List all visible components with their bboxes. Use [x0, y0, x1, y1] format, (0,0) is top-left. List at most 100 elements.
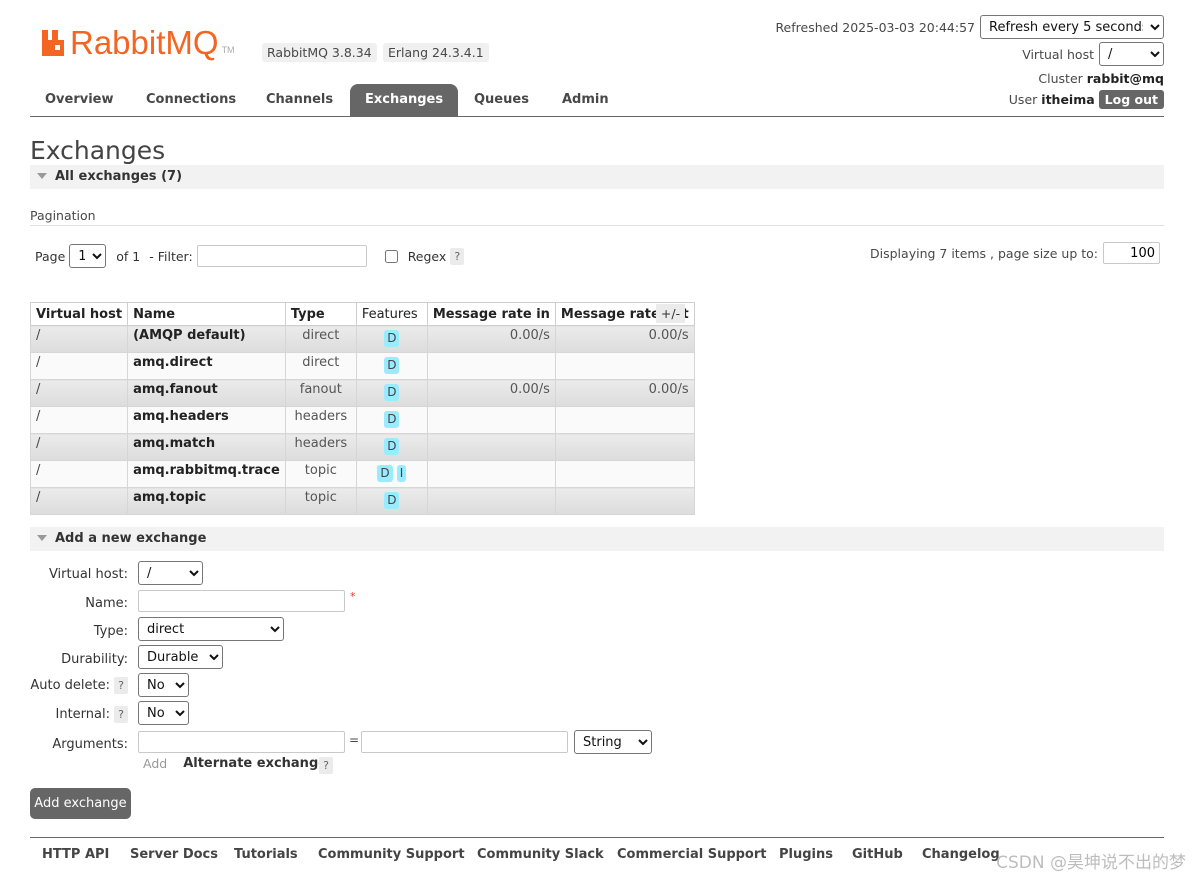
exchange-name-link[interactable]: amq.fanout [127, 379, 286, 407]
footer-link-tutorials[interactable]: Tutorials [234, 847, 298, 862]
vhost-field-select[interactable]: / [138, 561, 203, 585]
exchange-name-link[interactable]: amq.topic [127, 487, 286, 515]
csdn-watermark: CSDN @昊坤说不出的梦 [996, 853, 1186, 873]
footer-link-http-api[interactable]: HTTP API [42, 847, 109, 862]
cell-type: headers [284, 433, 357, 461]
durable-badge: D [377, 465, 393, 482]
collapse-triangle-icon [37, 173, 47, 179]
exchange-type-select[interactable]: direct [138, 617, 284, 641]
durability-select[interactable]: Durable [138, 645, 223, 669]
vhost-field-label: Virtual host: [48, 567, 128, 582]
add-exchange-button[interactable]: Add exchange [30, 788, 131, 819]
cell-features: D [355, 487, 428, 515]
auto-delete-select[interactable]: No [138, 673, 189, 697]
internal-select[interactable]: No [138, 701, 189, 725]
col-name[interactable]: Name [127, 302, 286, 326]
tab-admin[interactable]: Admin [547, 84, 624, 116]
refresh-interval-select[interactable]: Refresh every 5 seconds [980, 15, 1164, 39]
cell-rate-in [426, 406, 556, 434]
cell-features: D [355, 325, 428, 353]
cell-rate-in [426, 487, 556, 515]
col-message-rate-in[interactable]: Message rate in [426, 302, 556, 326]
table-row[interactable]: / amq.rabbitmq.trace topic D I [29, 460, 695, 488]
cell-type: topic [284, 460, 357, 488]
argument-key-input[interactable] [138, 731, 345, 753]
internal-help-icon[interactable]: ? [114, 706, 128, 723]
auto-delete-help-icon[interactable]: ? [114, 677, 128, 694]
table-row[interactable]: / (AMQP default) direct D 0.00/s 0.00/s [29, 325, 695, 353]
virtual-host-select[interactable]: / [1099, 42, 1164, 66]
tab-connections[interactable]: Connections [131, 84, 251, 116]
rabbit-logo-icon [42, 30, 64, 56]
exchange-name-input[interactable] [138, 590, 345, 612]
cell-rate-in: 0.00/s [426, 325, 556, 353]
cell-type: topic [284, 487, 357, 515]
tab-exchanges[interactable]: Exchanges [350, 84, 459, 116]
name-field-label: Name: [85, 596, 128, 611]
argument-value-input[interactable] [361, 731, 568, 753]
required-mark: * [350, 590, 356, 603]
collapse-triangle-icon [37, 535, 47, 541]
cell-type: direct [284, 352, 357, 380]
pagination-label: Pagination [30, 208, 96, 223]
cell-features: D [355, 433, 428, 461]
table-row[interactable]: / amq.fanout fanout D 0.00/s 0.00/s [29, 379, 695, 407]
footer-link-plugins[interactable]: Plugins [779, 847, 833, 862]
filter-input[interactable] [196, 245, 367, 267]
tab-channels[interactable]: Channels [251, 84, 348, 116]
cell-rate-out [554, 406, 695, 434]
cell-features: D I [355, 460, 428, 488]
exchange-name-link[interactable]: amq.rabbitmq.trace [127, 460, 286, 488]
footer-link-changelog[interactable]: Changelog [922, 847, 1000, 862]
cell-rate-out [554, 352, 695, 380]
regex-checkbox[interactable] [384, 249, 398, 263]
argument-type-select[interactable]: String [574, 730, 652, 754]
exchange-name-link[interactable]: (AMQP default) [127, 325, 286, 353]
footer-link-server-docs[interactable]: Server Docs [130, 847, 218, 862]
cell-features: D [355, 379, 428, 407]
footer-link-community-support[interactable]: Community Support [318, 847, 465, 862]
tab-overview[interactable]: Overview [30, 84, 129, 116]
table-row[interactable]: / amq.match headers D [29, 433, 695, 461]
durable-badge: D [384, 330, 400, 347]
alternate-exchange-link[interactable]: Alternate exchange [183, 756, 327, 771]
durable-badge: D [384, 384, 400, 401]
arguments-field-label: Arguments: [52, 737, 128, 752]
column-toggle-button[interactable]: +/- [656, 304, 685, 323]
exchange-name-link[interactable]: amq.direct [127, 352, 286, 380]
durable-badge: D [384, 357, 400, 374]
type-field-label: Type: [93, 624, 128, 639]
internal-field-label: Internal: [55, 707, 110, 722]
col-virtual-host[interactable]: Virtual host [29, 302, 129, 326]
cell-vhost: / [29, 325, 129, 353]
table-row[interactable]: / amq.headers headers D [29, 406, 695, 434]
page-size-input[interactable] [1103, 242, 1160, 264]
table-row[interactable]: / amq.topic topic D [29, 487, 695, 515]
footer-link-github[interactable]: GitHub [852, 847, 903, 862]
alternate-exchange-help-icon[interactable]: ? [319, 757, 333, 774]
cell-vhost: / [29, 487, 129, 515]
rabbitmq-version-badge: RabbitMQ 3.8.34 [262, 43, 377, 62]
cell-rate-out [554, 460, 695, 488]
durable-badge: D [384, 411, 400, 428]
footer-link-community-slack[interactable]: Community Slack [477, 847, 604, 862]
exchanges-table: Virtual host Name Type Features Message … [29, 302, 695, 515]
exchange-name-link[interactable]: amq.match [127, 433, 286, 461]
cell-type: headers [284, 406, 357, 434]
all-exchanges-toggle[interactable]: All exchanges (7) [30, 165, 1164, 189]
logo-text: RabbitMQ [70, 24, 219, 61]
pagination-divider [30, 225, 1164, 226]
add-exchange-toggle[interactable]: Add a new exchange [30, 527, 1164, 551]
footer-link-commercial-support[interactable]: Commercial Support [617, 847, 767, 862]
page-count: of 1 [116, 248, 141, 264]
page-select[interactable]: 1 [69, 244, 107, 268]
cell-vhost: / [29, 406, 129, 434]
cell-rate-out: 0.00/s [554, 379, 695, 407]
regex-help-icon[interactable]: ? [450, 247, 465, 265]
cell-vhost: / [29, 460, 129, 488]
col-type[interactable]: Type [284, 302, 357, 326]
exchange-name-link[interactable]: amq.headers [127, 406, 286, 434]
tab-queues[interactable]: Queues [459, 84, 544, 116]
table-row[interactable]: / amq.direct direct D [29, 352, 695, 380]
virtual-host-label: Virtual host [1022, 46, 1094, 62]
